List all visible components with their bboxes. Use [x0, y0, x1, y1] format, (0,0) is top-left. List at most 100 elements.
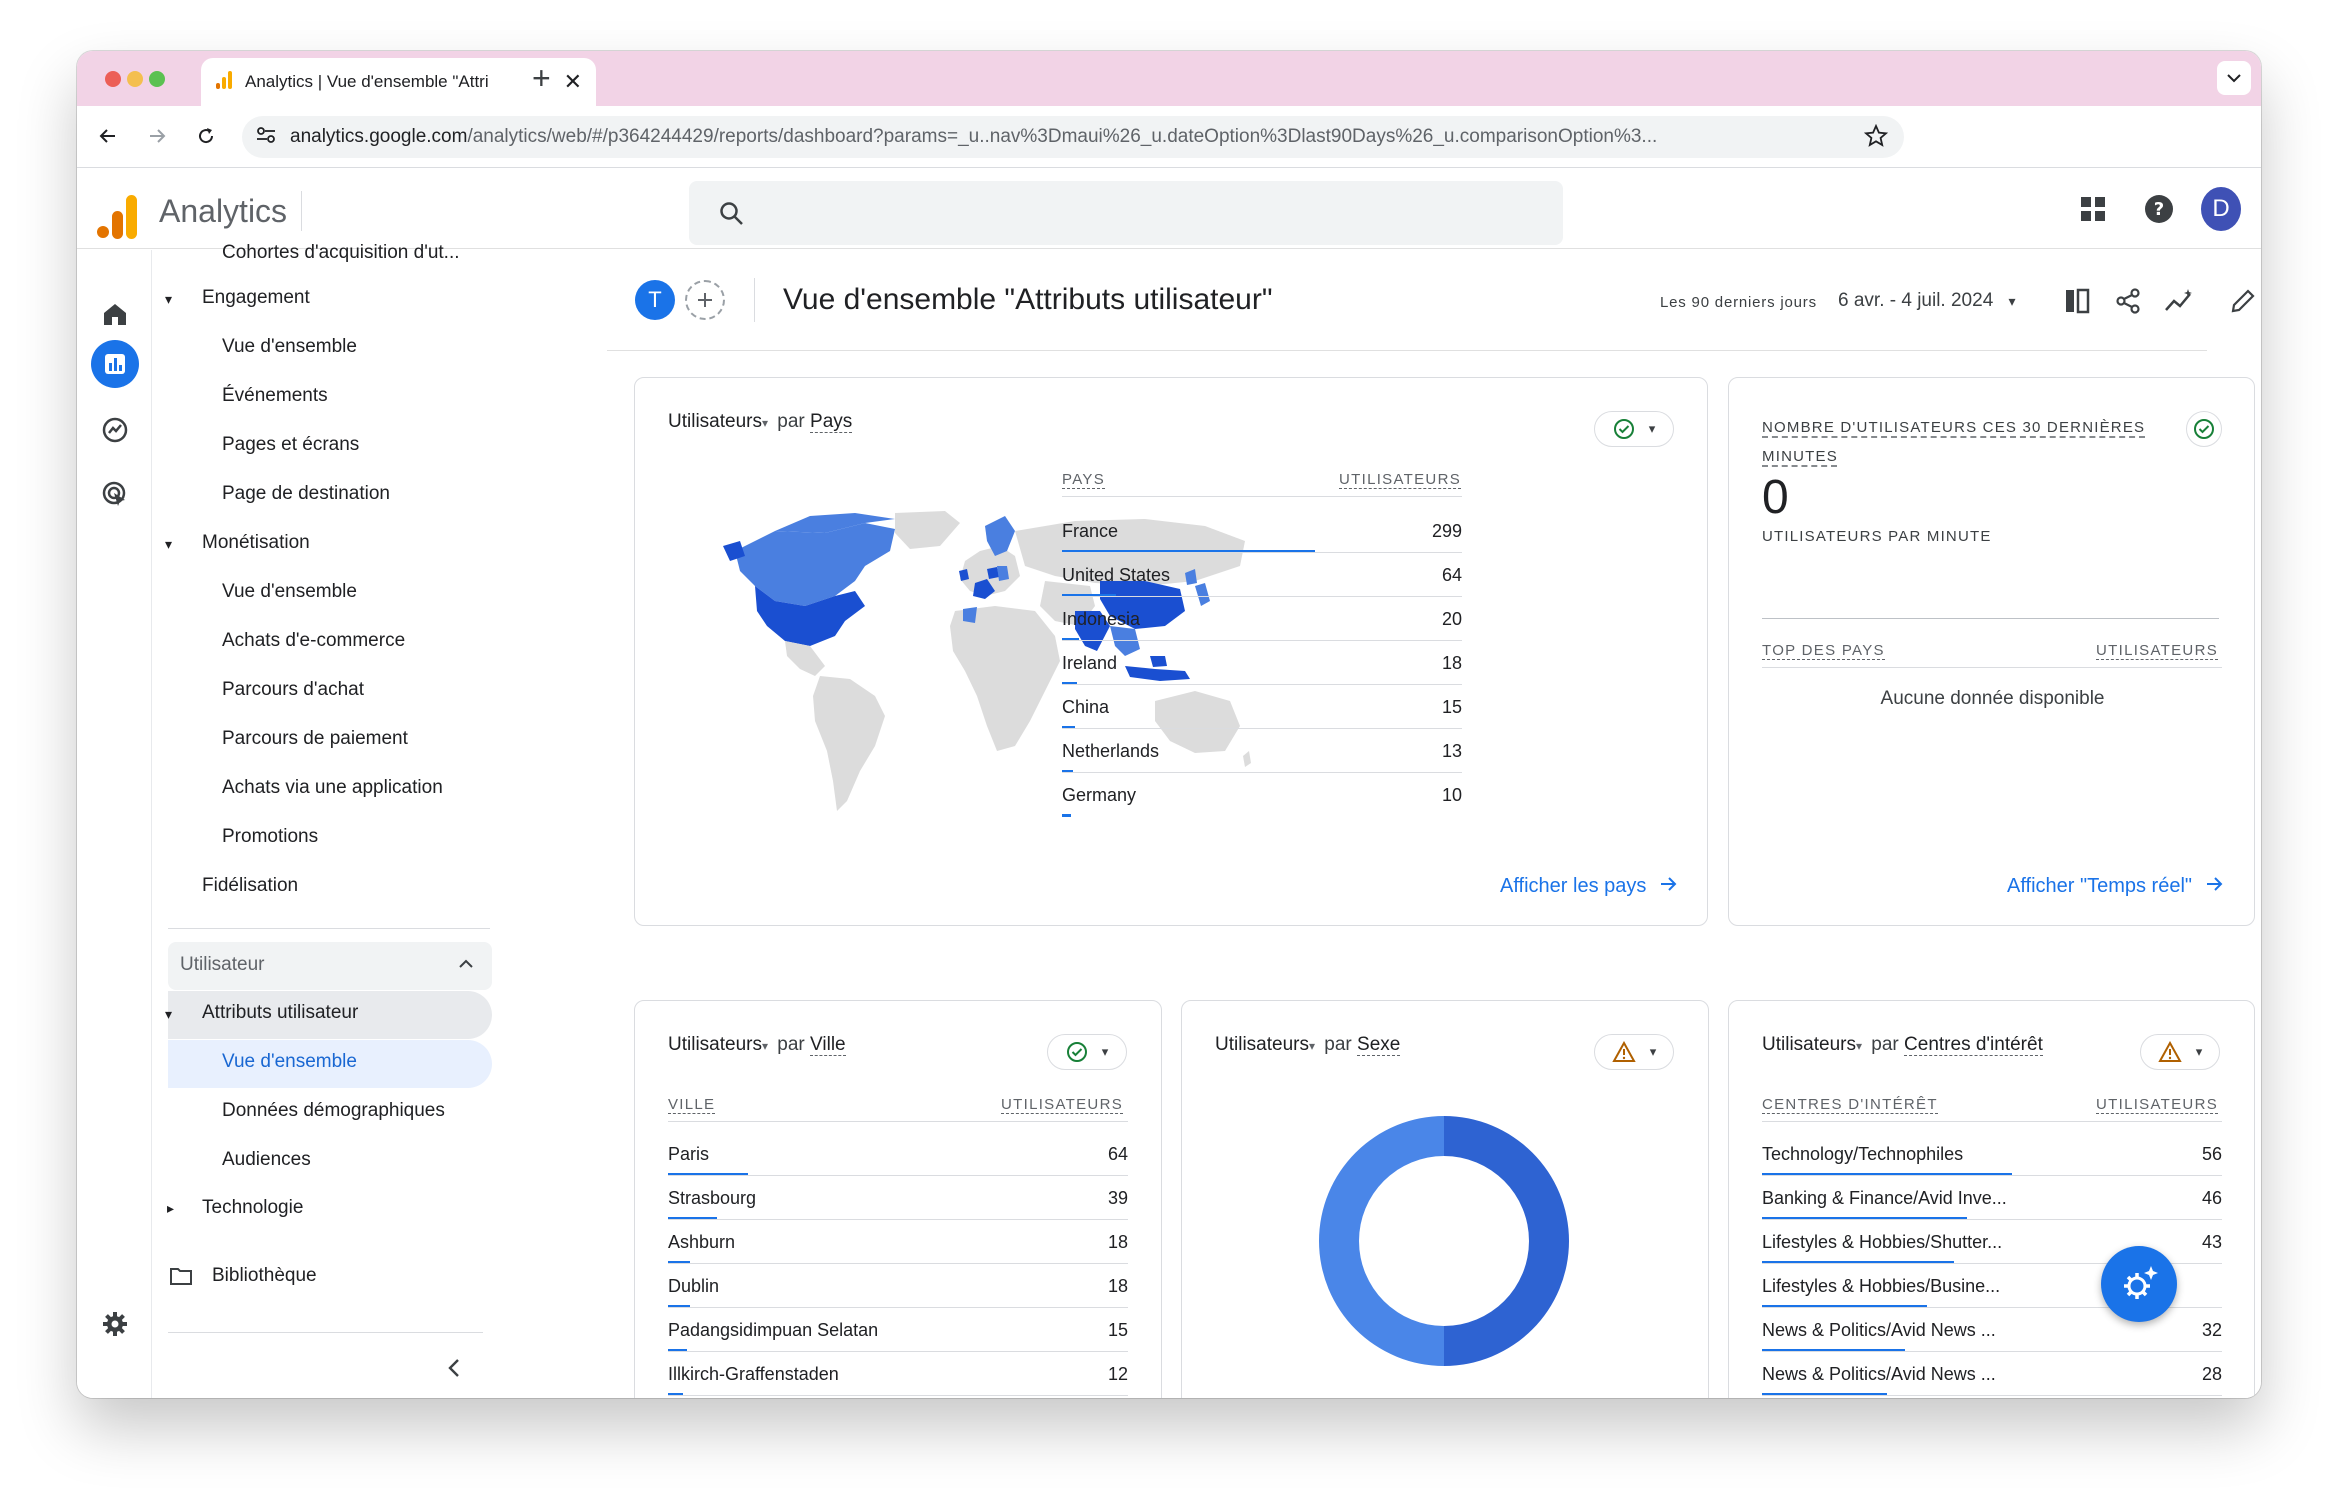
column-header-city[interactable]: VILLE: [668, 1096, 716, 1114]
column-header-users[interactable]: UTILISATEURS: [2096, 642, 2219, 660]
view-countries-link[interactable]: Afficher les pays: [1500, 875, 1678, 898]
nav-item-attributs-overview[interactable]: Vue d'ensemble: [222, 1051, 357, 1073]
advertising-icon[interactable]: [91, 470, 139, 518]
status-chip[interactable]: ▾: [1594, 1034, 1674, 1070]
row-line: [1062, 596, 1462, 597]
card-users-by-city: Utilisateurs▾ par Ville ▾ VILLE UTILISAT…: [634, 1000, 1162, 1398]
country-value: 299: [1431, 521, 1462, 541]
add-comparison-button[interactable]: [685, 280, 725, 320]
header-line: [1062, 496, 1462, 497]
view-realtime-link[interactable]: Afficher "Temps réel": [2007, 875, 2224, 898]
bookmark-star-icon[interactable]: [1863, 123, 1889, 153]
check-circle-icon[interactable]: [2186, 411, 2222, 447]
reload-icon[interactable]: [191, 121, 221, 151]
city-value: 18: [1107, 1276, 1128, 1296]
new-tab-icon[interactable]: +: [532, 60, 551, 97]
caret-right-icon[interactable]: ▸: [167, 1200, 174, 1217]
card-users-by-country: Utilisateurs▾ par Pays ▾ PAYS UTILISATEU…: [634, 377, 1708, 926]
row-line: [668, 1351, 1128, 1352]
card-title[interactable]: Utilisateurs▾ par Sexe: [1215, 1034, 1401, 1056]
minimize-window-button[interactable]: [127, 71, 143, 87]
caret-down-icon: ▾: [1855, 1039, 1863, 1053]
gender-donut-chart[interactable]: [1314, 1111, 1574, 1371]
address-bar: analytics.google.com/analytics/web/#/p36…: [77, 106, 2261, 168]
back-icon[interactable]: [93, 121, 123, 151]
column-header-top-countries[interactable]: TOP DES PAYS: [1762, 642, 1885, 660]
caret-down-icon: ▾: [2008, 293, 2016, 309]
nav-item-in-app-purchases[interactable]: Achats via une application: [222, 777, 443, 799]
nav-item-promotions[interactable]: Promotions: [222, 826, 318, 848]
nav-item-cohortes[interactable]: Cohortes d'acquisition d'ut...: [222, 242, 460, 264]
insights-icon[interactable]: [2164, 288, 2194, 319]
column-header-users[interactable]: UTILISATEURS: [1339, 471, 1462, 489]
property-avatar[interactable]: T: [635, 280, 675, 320]
date-range-picker[interactable]: 6 avr. - 4 juil. 2024 ▾: [1838, 290, 2016, 312]
report-navigation: Cohortes d'acquisition d'ut... ▾ Engagem…: [153, 242, 506, 1398]
nav-divider: [168, 1332, 483, 1333]
nav-item-audiences[interactable]: Audiences: [222, 1149, 311, 1171]
column-header-users[interactable]: UTILISATEURS: [1001, 1096, 1124, 1114]
help-icon[interactable]: ?: [2139, 189, 2179, 229]
nav-item-purchase-journey[interactable]: Parcours d'achat: [222, 679, 364, 701]
country-value: 13: [1441, 741, 1462, 761]
nav-item-monetisation-overview[interactable]: Vue d'ensemble: [222, 581, 357, 603]
caret-down-icon[interactable]: ▾: [165, 291, 172, 308]
column-header-country[interactable]: PAYS: [1062, 471, 1105, 489]
country-name: China: [1062, 697, 1110, 717]
site-settings-icon[interactable]: [256, 126, 276, 149]
title-divider: [754, 278, 755, 322]
search-input[interactable]: [689, 181, 1563, 245]
donut-segment-2: [1319, 1116, 1444, 1366]
nav-item-pages-screens[interactable]: Pages et écrans: [222, 434, 359, 456]
nav-item-engagement-overview[interactable]: Vue d'ensemble: [222, 336, 357, 358]
compare-icon[interactable]: [2064, 288, 2092, 319]
maximize-window-button[interactable]: [149, 71, 165, 87]
close-tab-icon[interactable]: ✕: [564, 69, 582, 95]
nav-item-technologie[interactable]: Technologie: [202, 1197, 303, 1219]
nav-item-checkout-journey[interactable]: Parcours de paiement: [222, 728, 408, 750]
caret-down-icon: ▾: [1648, 421, 1656, 436]
nav-item-bibliotheque[interactable]: Bibliothèque: [212, 1265, 317, 1287]
row-line: [1762, 1175, 2222, 1176]
nav-item-fidelisation[interactable]: Fidélisation: [202, 875, 298, 897]
card-title[interactable]: Utilisateurs▾ par Ville: [668, 1034, 846, 1056]
tab-search-button[interactable]: [2217, 61, 2251, 95]
insights-fab-button[interactable]: [2101, 1246, 2177, 1322]
report-content: T Vue d'ensemble "Attributs utilisateur"…: [507, 250, 2261, 1398]
city-value: 64: [1107, 1144, 1128, 1164]
card-title[interactable]: Utilisateurs▾ par Centres d'intérêt: [1762, 1034, 2043, 1056]
reports-icon[interactable]: [91, 340, 139, 388]
realtime-title[interactable]: NOMBRE D'UTILISATEURS CES 30 DERNIÈRES M…: [1762, 413, 2162, 471]
analytics-logo-icon[interactable]: [97, 195, 137, 244]
nav-item-events[interactable]: Événements: [222, 385, 328, 407]
nav-item-demographics[interactable]: Données démographiques: [222, 1100, 445, 1122]
page-title: Vue d'ensemble "Attributs utilisateur": [783, 283, 1273, 316]
account-button[interactable]: D: [2201, 187, 2241, 231]
collapse-chevron-icon[interactable]: [447, 1358, 461, 1381]
card-title[interactable]: Utilisateurs▾ par Pays: [668, 411, 853, 433]
close-window-button[interactable]: [105, 71, 121, 87]
caret-down-icon[interactable]: ▾: [165, 1006, 172, 1023]
home-icon[interactable]: [91, 290, 139, 338]
share-icon[interactable]: [2115, 288, 2141, 319]
apps-grid-icon[interactable]: [2073, 189, 2113, 229]
nav-item-ecommerce[interactable]: Achats d'e-commerce: [222, 630, 405, 652]
edit-pencil-icon[interactable]: [2230, 288, 2256, 319]
column-header-interests[interactable]: CENTRES D'INTÉRÊT: [1762, 1096, 1938, 1114]
chevron-up-icon[interactable]: [458, 956, 474, 972]
status-chip[interactable]: ▾: [1047, 1034, 1127, 1070]
column-header-users[interactable]: UTILISATEURS: [2096, 1096, 2219, 1114]
interest-name: Lifestyles & Hobbies/Shutter...: [1762, 1232, 2003, 1252]
url-field[interactable]: analytics.google.com/analytics/web/#/p36…: [242, 116, 1904, 158]
nav-item-attributs-utilisateur[interactable]: Attributs utilisateur: [202, 1002, 358, 1024]
status-chip[interactable]: ▾: [2140, 1034, 2220, 1070]
gear-icon[interactable]: [91, 1300, 139, 1348]
app-name[interactable]: Analytics: [159, 193, 287, 230]
forward-icon[interactable]: [142, 121, 172, 151]
caret-down-icon[interactable]: ▾: [165, 536, 172, 553]
explore-icon[interactable]: [91, 406, 139, 454]
nav-item-monetisation[interactable]: Monétisation: [202, 532, 310, 554]
nav-item-engagement[interactable]: Engagement: [202, 287, 310, 309]
status-chip[interactable]: ▾: [1594, 411, 1674, 447]
nav-item-landing-page[interactable]: Page de destination: [222, 483, 390, 505]
